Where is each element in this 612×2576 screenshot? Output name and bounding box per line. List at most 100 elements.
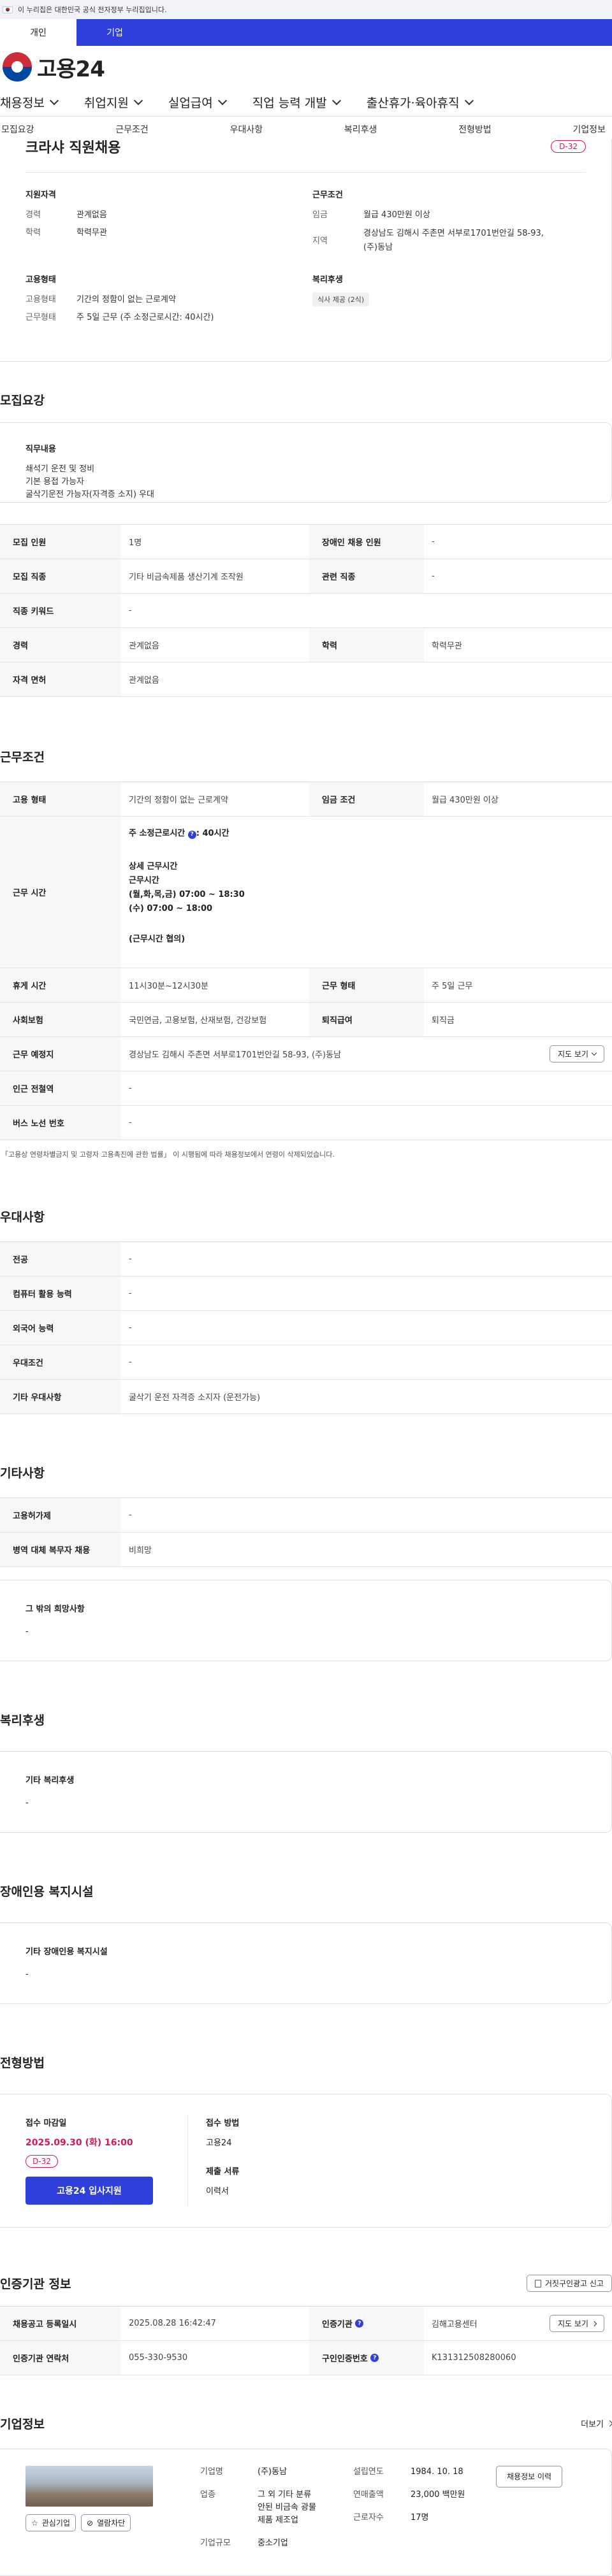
tab-company[interactable]: 기업 [76, 19, 153, 46]
table-row: 모집 인원 1명 장애인 채용 인원 - [0, 525, 612, 559]
cond-heading: 근무조건 [312, 190, 343, 200]
emp-value: 기간의 정함이 없는 근로계약 [76, 295, 176, 304]
disabled-box-heading: 기타 장애인용 복지시설 [26, 1947, 108, 1957]
favorite-company-button[interactable]: ☆ 관심기업 [26, 2514, 76, 2531]
logo-row: 고용24 [0, 46, 612, 88]
duty-line: 쇄석기 운전 및 정비 [26, 464, 95, 474]
etc-box: 그 밖의 희망사항 - [0, 1580, 612, 1661]
anchor-selection[interactable]: 전형방법 [458, 123, 492, 136]
deadline-value: 2025.09.30 (화) 16:00 [26, 2138, 133, 2148]
edu-value: 학력무관 [76, 228, 107, 238]
employees-label: 근로자수 [353, 2513, 384, 2522]
chevron-down-icon [464, 96, 474, 105]
chevron-right-icon [606, 2420, 612, 2427]
preference-section: 우대사항 전공 - 컴퓨터 활용 능력 - 외국어 능력 - 우대조건 - 기타 우대사… [0, 1208, 612, 1414]
weekly-hours-label: 주 소정근로시간 [129, 829, 186, 838]
etc-box-heading: 그 밖의 희망사항 [26, 1605, 85, 1614]
table-row: 컴퓨터 활용 능력 - [0, 1277, 612, 1311]
agency-table: 채용공고 등록일시 2025.08.28 16:42:47 인증기관 ? 김해고용센터… [0, 2306, 612, 2375]
job-title: 크라샤 직원채용 [26, 140, 121, 156]
conditions-section: 근무조건 고용 형태 기간의 정함이 없는 근로계약 임금 조건 월급 430만원 이… [0, 748, 612, 1159]
table-row: 고용허가제 - [0, 1498, 612, 1533]
company-section: 기업정보 더보기 ☆ 관심기업 ⊘ 열람차단 기업명 (주)동남 업종 그 외 기타 분… [0, 2415, 612, 2576]
company-photo [26, 2466, 153, 2507]
area-value-2: (주)동남 [363, 243, 393, 252]
star-icon: ☆ [31, 2518, 38, 2528]
disabled-section: 장애인용 복지시설 기타 장애인용 복지시설 - [0, 1882, 612, 2004]
duty-box: 직무내용 쇄석기 운전 및 정비 기본 용접 가능자 굴삭기운전 가능자(자격증… [0, 422, 612, 503]
company-card: ☆ 관심기업 ⊘ 열람차단 기업명 (주)동남 업종 그 외 기타 분류 안된 비금속 광… [0, 2449, 612, 2576]
dday-badge: D-32 [551, 140, 586, 153]
hours-note: (근무시간 협의) [129, 934, 186, 944]
age-law-note: 「고용상 연령차별금지 및 고령자 고용촉진에 관한 법률」 이 시행됨에 따라… [1, 1150, 335, 1159]
anchor-conditions[interactable]: 근무조건 [115, 123, 149, 136]
table-row: 인근 전철역 - [0, 1071, 612, 1106]
agency-map-button[interactable]: 지도 보기 [550, 2315, 604, 2332]
hours-detail-line: (월,화,목,금) 07:00 ~ 18:30 [129, 890, 245, 899]
taegeuk-logo-icon[interactable] [3, 52, 32, 82]
nav-item-training[interactable]: 직업 능력 개발 [252, 94, 341, 111]
anchor-preference[interactable]: 우대사항 [230, 123, 263, 136]
chevron-down-icon [49, 96, 59, 105]
etc-section: 기타사항 고용허가제 - 병역 대체 복무자 채용 비희망 그 밖의 희망사항 - [0, 1464, 612, 1661]
info-icon[interactable]: ? [355, 2319, 364, 2328]
method-heading: 접수 방법 [206, 2119, 240, 2128]
agency-heading: 인증기관 정보 [0, 2277, 71, 2291]
nav-item-unemployment[interactable]: 실업급여 [168, 94, 227, 111]
info-icon[interactable]: ? [187, 830, 196, 839]
nav-item-jobs[interactable]: 채용정보 [0, 94, 59, 111]
table-row: 채용공고 등록일시 2025.08.28 16:42:47 인증기관 ? 김해고용센터… [0, 2307, 612, 2341]
worktype-value: 주 5일 근무 (주 소정근로시간: 40시간) [76, 313, 214, 322]
map-button[interactable]: 지도 보기 [550, 1045, 604, 1063]
table-row: 외국어 능력 - [0, 1311, 612, 1345]
anchor-recruit[interactable]: 모집요강 [1, 123, 34, 136]
edu-label: 학력 [26, 228, 41, 238]
table-row: 근무 예정지 경상남도 김해시 주촌면 서부로1701번안길 58-93, (주)… [0, 1037, 612, 1071]
more-link[interactable]: 더보기 [581, 2417, 612, 2429]
nav-item-leave[interactable]: 출산휴가·육아휴직 [367, 94, 474, 111]
employees-value: 17명 [411, 2513, 429, 2522]
job-history-button[interactable]: 채용정보 이력 [496, 2466, 563, 2487]
selection-section: 전형방법 접수 마감일 2025.09.30 (화) 16:00 D-32 고용… [0, 2054, 612, 2228]
work-place: 경상남도 김해시 주촌면 서부로1701번안길 58-93, (주)동남 [129, 1050, 342, 1060]
company-name-label: 기업명 [200, 2467, 223, 2477]
table-row: 우대조건 - [0, 1345, 612, 1380]
etc-heading: 기타사항 [0, 1466, 45, 1480]
table-row: 기타 우대사항 굴삭기 운전 자격증 소지자 (운전가능) [0, 1380, 612, 1414]
report-button[interactable]: 거짓구인광고 신고 [526, 2275, 612, 2292]
main-nav: 채용정보 취업지원 실업급여 직업 능력 개발 출산휴가·육아휴직 [0, 88, 612, 116]
sales-value: 23,000 백만원 [411, 2490, 465, 2500]
disabled-box: 기타 장애인용 복지시설 - [0, 1922, 612, 2004]
gov-banner: 이 누리집은 대한민국 공식 전자정부 누리집입니다. [0, 0, 612, 19]
korea-flag-icon [3, 6, 13, 13]
wage-label: 임금 [312, 210, 328, 220]
chevron-down-icon [332, 96, 341, 105]
table-row: 모집 직종 기타 비금속제품 생산기계 조작원 관련 직종 - [0, 559, 612, 594]
duty-line: 굴삭기운전 가능자(자격증 소지) 우대 [26, 490, 154, 499]
selection-heading: 전형방법 [0, 2056, 45, 2070]
table-row: 자격 면허 관계없음 [0, 662, 612, 697]
site-logo[interactable]: 고용24 [37, 52, 105, 83]
chevron-down-icon [133, 96, 143, 105]
table-row: 인증기관 연락처 055-330-9530 구인인증번호 ? K13131250828… [0, 2341, 612, 2375]
docs-heading: 제출 서류 [206, 2167, 240, 2177]
anchor-company[interactable]: 기업정보 [572, 123, 606, 136]
tab-personal[interactable]: 개인 [0, 19, 76, 46]
block-icon: ⊘ [86, 2518, 93, 2528]
company-size: 중소기업 [258, 2538, 288, 2548]
emp-heading: 고용형태 [26, 275, 56, 285]
company-heading: 기업정보 [0, 2417, 45, 2431]
docs-value: 이력서 [206, 2187, 229, 2196]
nav-item-employment-support[interactable]: 취업지원 [84, 94, 143, 111]
anchor-welfare[interactable]: 복리후생 [344, 123, 377, 136]
conditions-heading: 근무조건 [0, 750, 45, 764]
block-view-button[interactable]: ⊘ 열람차단 [80, 2514, 131, 2531]
table-row: 직종 키워드 - [0, 594, 612, 628]
apply-button[interactable]: 고용24 입사지원 [26, 2177, 153, 2205]
worktype-label: 근무형태 [26, 313, 56, 322]
company-size-label: 기업규모 [200, 2538, 231, 2548]
wage-value: 월급 430만원 이상 [363, 210, 430, 220]
info-icon[interactable]: ? [370, 2354, 379, 2362]
table-row: 사회보험 국민연금, 고용보험, 산재보험, 건강보험 퇴직급여 퇴직금 [0, 1003, 612, 1037]
disabled-heading: 장애인용 복지시설 [0, 1885, 94, 1899]
